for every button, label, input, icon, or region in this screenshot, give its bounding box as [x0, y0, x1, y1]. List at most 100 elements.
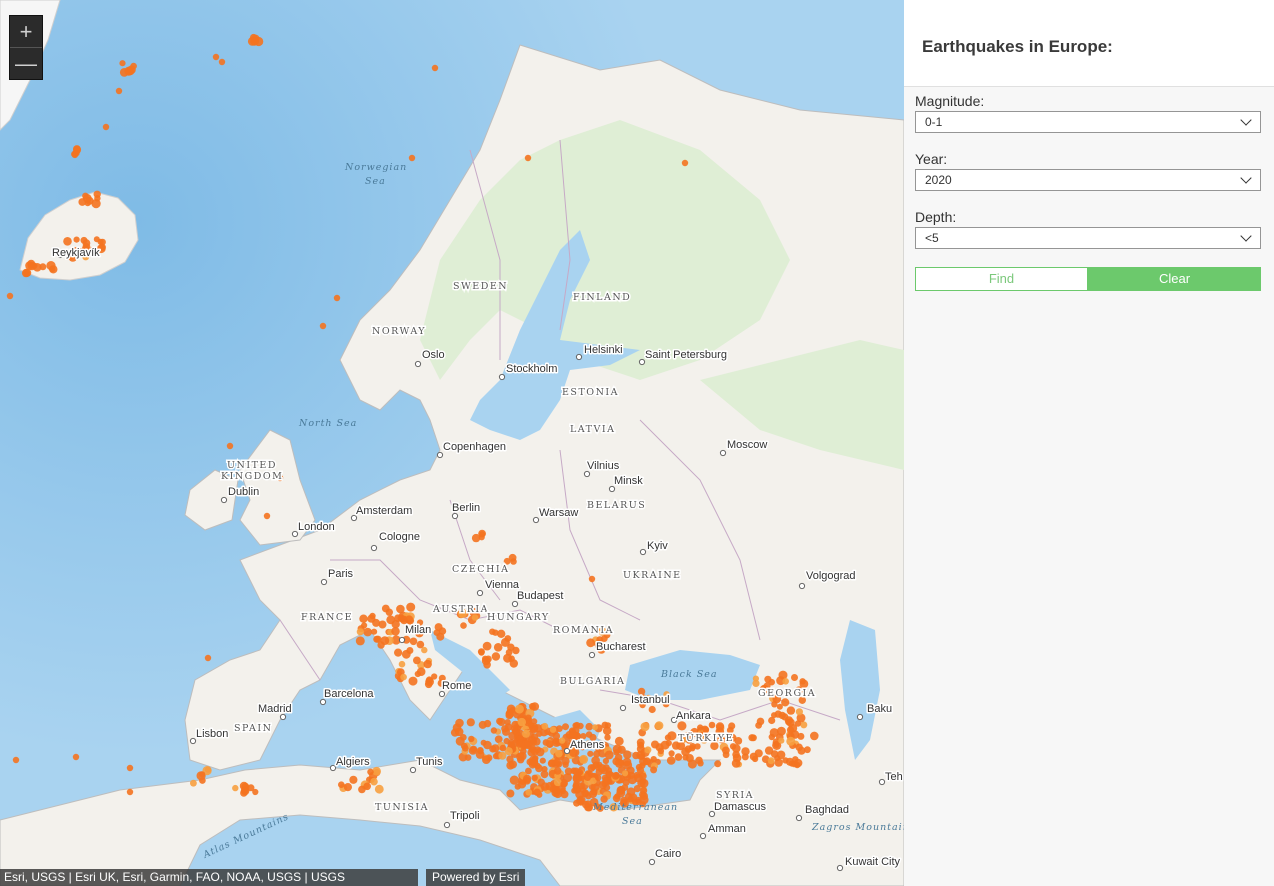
year-select[interactable]: 2020 — [915, 169, 1261, 191]
earthquake-point[interactable] — [73, 145, 82, 154]
earthquake-point[interactable] — [489, 628, 496, 635]
earthquake-point[interactable] — [190, 779, 197, 787]
minus-icon[interactable]: — — [10, 47, 42, 79]
earthquake-point[interactable] — [657, 747, 665, 755]
earthquake-point[interactable] — [520, 747, 527, 755]
earthquake-point[interactable] — [464, 754, 472, 761]
earthquake-point[interactable] — [333, 294, 341, 302]
earthquake-point[interactable] — [319, 322, 327, 330]
earthquake-point[interactable] — [561, 756, 570, 766]
earthquake-point[interactable] — [774, 755, 781, 762]
earthquake-point[interactable] — [682, 754, 689, 761]
magnitude-select[interactable]: 0-1 — [915, 111, 1261, 133]
earthquake-point[interactable] — [93, 236, 100, 243]
earthquake-point[interactable] — [497, 629, 506, 638]
earthquake-point[interactable] — [247, 784, 255, 792]
earthquake-point[interactable] — [540, 770, 549, 779]
earthquake-point[interactable] — [78, 198, 87, 206]
earthquake-point[interactable] — [372, 618, 381, 627]
clear-button[interactable]: Clear — [1088, 267, 1261, 291]
earthquake-point[interactable] — [471, 614, 479, 621]
earthquake-point[interactable] — [493, 643, 503, 652]
earthquake-point[interactable] — [776, 703, 783, 710]
earthquake-point[interactable] — [514, 704, 524, 714]
earthquake-point[interactable] — [786, 736, 796, 746]
earthquake-point[interactable] — [126, 764, 134, 772]
earthquake-point[interactable] — [617, 786, 626, 795]
earthquake-point[interactable] — [804, 746, 811, 754]
earthquake-point[interactable] — [576, 796, 585, 805]
earthquake-point[interactable] — [263, 512, 271, 520]
earthquake-point[interactable] — [756, 717, 765, 726]
earthquake-point[interactable] — [549, 726, 557, 733]
earthquake-point[interactable] — [622, 770, 629, 777]
earthquake-point[interactable] — [768, 733, 775, 741]
earthquake-point[interactable] — [460, 622, 467, 629]
earthquake-point[interactable] — [413, 656, 421, 665]
earthquake-point[interactable] — [72, 753, 80, 761]
earthquake-point[interactable] — [553, 767, 562, 775]
earthquake-point[interactable] — [469, 745, 478, 753]
earthquake-point[interactable] — [6, 292, 14, 300]
earthquake-point[interactable] — [400, 673, 407, 681]
earthquake-point[interactable] — [579, 754, 589, 764]
earthquake-point[interactable] — [226, 442, 234, 450]
earthquake-point[interactable] — [687, 759, 697, 769]
earthquake-point[interactable] — [555, 749, 563, 758]
earthquake-point[interactable] — [764, 746, 774, 755]
earthquake-point[interactable] — [539, 757, 546, 764]
earthquake-point[interactable] — [406, 647, 414, 654]
earthquake-point[interactable] — [508, 553, 517, 562]
earthquake-point[interactable] — [491, 652, 501, 661]
earthquake-point[interactable] — [204, 654, 212, 662]
earthquake-point[interactable] — [795, 743, 803, 751]
earthquake-point[interactable] — [423, 659, 432, 669]
earthquake-point[interactable] — [563, 773, 572, 783]
earthquake-point[interactable] — [396, 604, 405, 614]
earthquake-point[interactable] — [639, 778, 649, 788]
earthquake-point[interactable] — [594, 764, 602, 771]
earthquake-point[interactable] — [791, 674, 798, 681]
earthquake-point[interactable] — [377, 641, 385, 649]
earthquake-point[interactable] — [650, 766, 658, 774]
earthquake-point[interactable] — [247, 37, 257, 46]
earthquake-point[interactable] — [468, 735, 475, 743]
earthquake-point[interactable] — [363, 627, 373, 637]
earthquake-point[interactable] — [349, 775, 358, 784]
earthquake-point[interactable] — [478, 720, 487, 729]
earthquake-point[interactable] — [477, 648, 485, 656]
earthquake-point[interactable] — [568, 732, 575, 738]
earthquake-point[interactable] — [782, 678, 789, 685]
earthquake-point[interactable] — [531, 774, 538, 781]
earthquake-point[interactable] — [785, 718, 792, 726]
find-button[interactable]: Find — [915, 267, 1088, 291]
earthquake-point[interactable] — [386, 615, 396, 625]
earthquake-point[interactable] — [573, 721, 581, 729]
earthquake-point[interactable] — [810, 731, 819, 741]
earthquake-point[interactable] — [650, 756, 657, 763]
earthquake-point[interactable] — [800, 721, 808, 729]
earthquake-point[interactable] — [369, 612, 376, 620]
earthquake-point[interactable] — [795, 708, 804, 716]
earthquake-point[interactable] — [627, 771, 636, 779]
earthquake-point[interactable] — [541, 722, 549, 730]
earthquake-point[interactable] — [212, 53, 220, 61]
powered-by-esri[interactable]: Powered by Esri — [426, 869, 526, 886]
earthquake-point[interactable] — [562, 723, 569, 731]
earthquake-point[interactable] — [767, 757, 775, 765]
earthquake-point[interactable] — [533, 788, 541, 796]
earthquake-point[interactable] — [126, 788, 134, 796]
earthquake-point[interactable] — [425, 677, 434, 687]
earthquake-point[interactable] — [404, 615, 414, 624]
earthquake-point[interactable] — [199, 771, 206, 778]
earthquake-point[interactable] — [714, 760, 722, 768]
earthquake-point[interactable] — [540, 782, 550, 791]
earthquake-point[interactable] — [526, 740, 533, 748]
earthquake-point[interactable] — [498, 751, 507, 760]
earthquake-point[interactable] — [506, 789, 515, 798]
earthquake-point[interactable] — [548, 759, 556, 767]
map-view[interactable]: Norwegian Sea North Sea Black Sea Medite… — [0, 0, 904, 886]
earthquake-point[interactable] — [588, 575, 596, 583]
earthquake-point[interactable] — [768, 716, 776, 725]
earthquake-point[interactable] — [91, 199, 101, 209]
